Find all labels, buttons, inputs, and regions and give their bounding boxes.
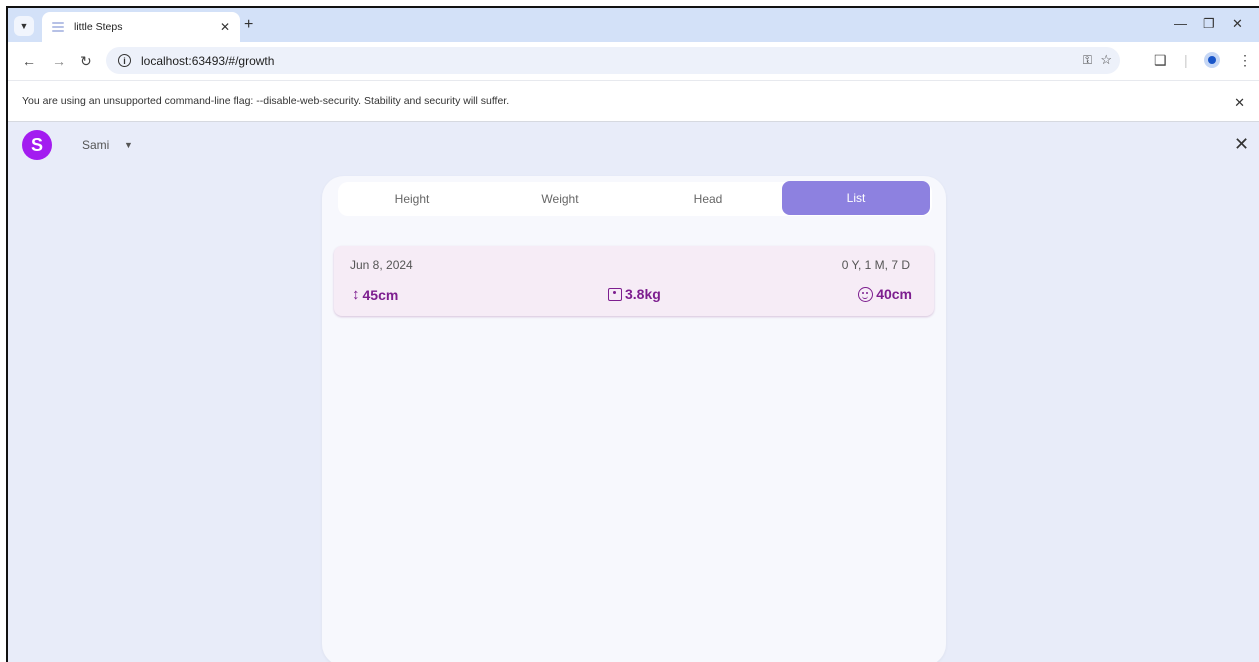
tab-search-button[interactable]: ▼ [14,16,34,36]
close-icon[interactable]: ✕ [1234,134,1249,155]
user-name[interactable]: Sami [82,138,109,152]
weight-value: 3.8kg [625,286,661,302]
close-window-icon[interactable]: ✕ [1232,16,1243,32]
tab-list[interactable]: List [782,181,930,215]
info-icon[interactable]: i [118,54,131,67]
profile-icon[interactable] [1204,52,1220,68]
chevron-down-icon[interactable]: ▼ [124,140,133,150]
tab-height[interactable]: Height [338,182,486,216]
scale-icon [608,287,622,301]
reload-icon[interactable]: ↻ [80,53,92,69]
close-icon[interactable]: ✕ [1234,95,1245,111]
star-icon[interactable]: ☆ [1100,52,1112,68]
growth-tabs: Height Weight Head List [338,181,932,216]
tab-weight[interactable]: Weight [486,182,634,216]
address-bar[interactable]: i localhost:63493/#/growth ⚿ ☆ [106,47,1120,74]
head-metric: 40cm [858,286,912,302]
browser-tab[interactable]: little Steps ✕ [42,12,240,42]
plus-icon[interactable]: + [244,16,253,34]
minimize-icon[interactable]: — [1174,16,1187,31]
avatar[interactable]: S [22,130,52,160]
entry-age: 0 Y, 1 M, 7 D [841,258,910,272]
more-vert-icon[interactable]: ⋮ [1238,52,1252,69]
restore-icon[interactable]: ❐ [1203,16,1215,32]
close-icon[interactable]: ✕ [220,20,230,34]
key-icon[interactable]: ⚿ [1083,53,1092,68]
tab-head[interactable]: Head [634,182,782,216]
height-icon: ↕ [352,286,360,303]
url-text: localhost:63493/#/growth [141,53,275,68]
back-arrow-icon[interactable]: ← [22,53,36,69]
head-value: 40cm [876,286,912,302]
face-icon [858,286,874,302]
banner-text: You are using an unsupported command-lin… [22,95,510,107]
list-item[interactable]: Jun 8, 2024 0 Y, 1 M, 7 D ↕ 45cm 3.8kg 4… [334,246,934,316]
favicon-icon [52,22,64,32]
chevron-down-icon: ▼ [19,21,29,31]
toolbar-divider: | [1184,52,1188,68]
browser-toolbar: ← → ↻ i localhost:63493/#/growth ⚿ ☆ ❑ |… [8,42,1259,80]
height-value: 45cm [362,286,399,303]
height-metric: ↕ 45cm [352,286,398,303]
extensions-icon[interactable]: ❑ [1154,52,1167,69]
browser-window: ▼ little Steps ✕ + — ❐ ✕ ← → ↻ i localho… [6,6,1259,662]
tab-title: little Steps [74,21,123,33]
warning-banner: You are using an unsupported command-lin… [8,80,1259,122]
tab-strip: ▼ little Steps ✕ + — ❐ ✕ [8,8,1259,42]
entry-date: Jun 8, 2024 [350,258,413,272]
forward-arrow-icon[interactable]: → [52,53,66,69]
growth-panel: Height Weight Head List Jun 8, 2024 0 Y,… [322,176,946,662]
weight-metric: 3.8kg [608,286,661,302]
